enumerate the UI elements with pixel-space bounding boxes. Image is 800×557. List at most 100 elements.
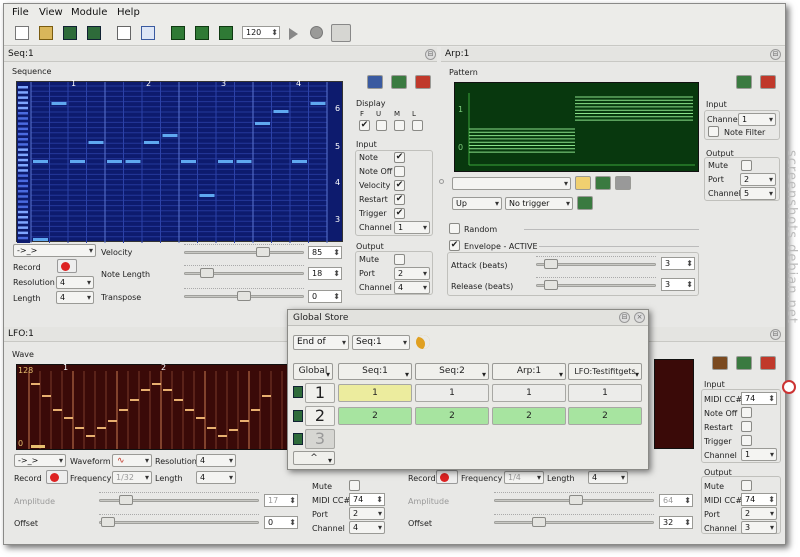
input-noteoff-checkbox[interactable]: [394, 166, 405, 177]
add-seq-button[interactable]: [168, 23, 188, 43]
resolution-combo[interactable]: 4: [56, 276, 94, 289]
lfo-midicc-spinbox[interactable]: 74: [349, 493, 385, 506]
header-arp1[interactable]: Arp:1: [492, 363, 566, 382]
waveform-combo[interactable]: ∿: [112, 454, 152, 467]
moon-icon[interactable]: [416, 335, 430, 349]
header-lfo[interactable]: LFO:Testifitgets: [568, 363, 642, 382]
input-velocity-checkbox[interactable]: ✔: [394, 180, 405, 191]
lfo-out-midicc-spinbox[interactable]: 74: [741, 493, 777, 506]
transpose-spinbox[interactable]: 0: [308, 290, 342, 303]
lfo-wave-canvas[interactable]: 128 0 1 2: [16, 363, 294, 450]
new-button[interactable]: [12, 23, 32, 43]
end-of-combo[interactable]: End of: [293, 335, 349, 350]
arp-edit-icon[interactable]: [575, 176, 591, 190]
note-filter-checkbox[interactable]: [708, 126, 719, 137]
release-slider[interactable]: [536, 277, 656, 291]
save-button[interactable]: [60, 23, 80, 43]
lfo2-wave-canvas-edge[interactable]: [654, 359, 694, 449]
arp-preset-remove-icon[interactable]: [615, 176, 631, 190]
output-channel-combo[interactable]: 4: [394, 281, 430, 294]
lfo2-amplitude-spinbox[interactable]: 64: [659, 494, 693, 507]
row2-seq2[interactable]: 2: [415, 407, 489, 425]
sequence-canvas[interactable]: 1 2 3 4 6 5 4 3: [16, 79, 343, 243]
input-restart-checkbox[interactable]: ✔: [394, 194, 405, 205]
envelope-checkbox[interactable]: ✔: [449, 240, 460, 251]
lfo-restart-checkbox[interactable]: [741, 421, 752, 432]
row1-arp1[interactable]: 1: [492, 384, 566, 402]
lfo2-frequency-combo[interactable]: 1/4: [504, 471, 544, 484]
amplitude-slider[interactable]: [99, 492, 259, 506]
frequency-combo[interactable]: 1/32: [112, 471, 152, 484]
lfo-mode-combo[interactable]: ->_>: [14, 454, 66, 467]
target-combo[interactable]: Seq:1: [352, 335, 410, 350]
menu-help[interactable]: Help: [117, 7, 140, 18]
row2-seq1[interactable]: 2: [338, 407, 412, 425]
display-u-checkbox[interactable]: [376, 120, 387, 131]
arp-pattern-canvas[interactable]: 1 0: [454, 82, 699, 172]
arp-channel-combo[interactable]: 1: [738, 113, 776, 126]
menu-view[interactable]: View: [39, 7, 63, 18]
arp-out-channel-combo[interactable]: 5: [740, 187, 776, 200]
output-port-combo[interactable]: 2: [394, 267, 430, 280]
lfo-undock-icon[interactable]: ⊟: [770, 329, 781, 340]
lfo-save-icon[interactable]: [736, 356, 752, 370]
input-channel-combo[interactable]: 1: [394, 221, 430, 234]
lfo2-offset-spinbox[interactable]: 32: [659, 516, 693, 529]
input-trigger-checkbox[interactable]: ✔: [394, 208, 405, 219]
offset-slider[interactable]: [99, 514, 259, 528]
lfo-port-combo[interactable]: 2: [349, 507, 385, 520]
header-seq2[interactable]: Seq:2: [415, 363, 489, 382]
seq-undock-icon[interactable]: ⊟: [425, 49, 436, 60]
lfo-resolution-combo[interactable]: 4: [196, 454, 236, 467]
play-icon[interactable]: [289, 28, 298, 40]
open-button[interactable]: [36, 23, 56, 43]
lfo-out-mute-checkbox[interactable]: [741, 480, 752, 491]
display-m-checkbox[interactable]: [394, 120, 405, 131]
jack-sync-icon[interactable]: [331, 24, 351, 42]
collapse-button[interactable]: ^: [293, 451, 335, 467]
output-mute-checkbox[interactable]: [394, 254, 405, 265]
lfo2-offset-slider[interactable]: [494, 514, 654, 528]
seq-delete-icon[interactable]: [415, 75, 431, 89]
add-arp-button[interactable]: [192, 23, 212, 43]
release-spinbox[interactable]: 3: [661, 278, 695, 291]
lfo2-amplitude-slider[interactable]: [494, 492, 654, 506]
global-store-close-icon[interactable]: ×: [634, 312, 645, 323]
arp-mute-checkbox[interactable]: [741, 160, 752, 171]
record-button[interactable]: [57, 259, 77, 273]
note-length-slider[interactable]: [184, 265, 304, 279]
length-combo[interactable]: 4: [56, 291, 94, 304]
seq-save-icon[interactable]: [391, 75, 407, 89]
input-note-checkbox[interactable]: ✔: [394, 152, 405, 163]
arp-direction-combo[interactable]: Up: [452, 197, 502, 210]
lfo-record-button[interactable]: [46, 470, 68, 484]
arp-port-combo[interactable]: 2: [740, 173, 776, 186]
seq-copy-icon[interactable]: [367, 75, 383, 89]
lfo2-length-combo[interactable]: 4: [588, 471, 628, 484]
tempo-spinbox[interactable]: 120: [242, 26, 280, 39]
row1-number[interactable]: 1: [305, 383, 335, 403]
menu-file[interactable]: File: [12, 7, 29, 18]
global-store-undock-icon[interactable]: ⊟: [619, 312, 630, 323]
arp-lock-icon[interactable]: [577, 196, 593, 210]
display-l-checkbox[interactable]: [412, 120, 423, 131]
lfo2-record-button[interactable]: [436, 470, 458, 484]
row3-number[interactable]: 3: [305, 429, 335, 449]
offset-spinbox[interactable]: 0: [264, 516, 298, 529]
row2-save-icon[interactable]: [293, 410, 303, 422]
blank-button[interactable]: [114, 23, 134, 43]
note-length-spinbox[interactable]: 18: [308, 267, 342, 280]
arp-save-icon[interactable]: [736, 75, 752, 89]
row2-lfo[interactable]: 2: [568, 407, 642, 425]
random-checkbox[interactable]: [449, 223, 460, 234]
display-f-checkbox[interactable]: ✔: [359, 120, 370, 131]
transpose-slider[interactable]: [184, 288, 304, 302]
row3-save-icon[interactable]: [293, 433, 303, 445]
arp-undock-icon[interactable]: ⊟: [770, 49, 781, 60]
row1-seq1[interactable]: 1: [338, 384, 412, 402]
menu-module[interactable]: Module: [71, 7, 107, 18]
row1-save-icon[interactable]: [293, 386, 303, 398]
lfo-out-channel-combo[interactable]: 3: [741, 521, 777, 534]
lfo-channel-combo[interactable]: 4: [349, 521, 385, 534]
row2-arp1[interactable]: 2: [492, 407, 566, 425]
